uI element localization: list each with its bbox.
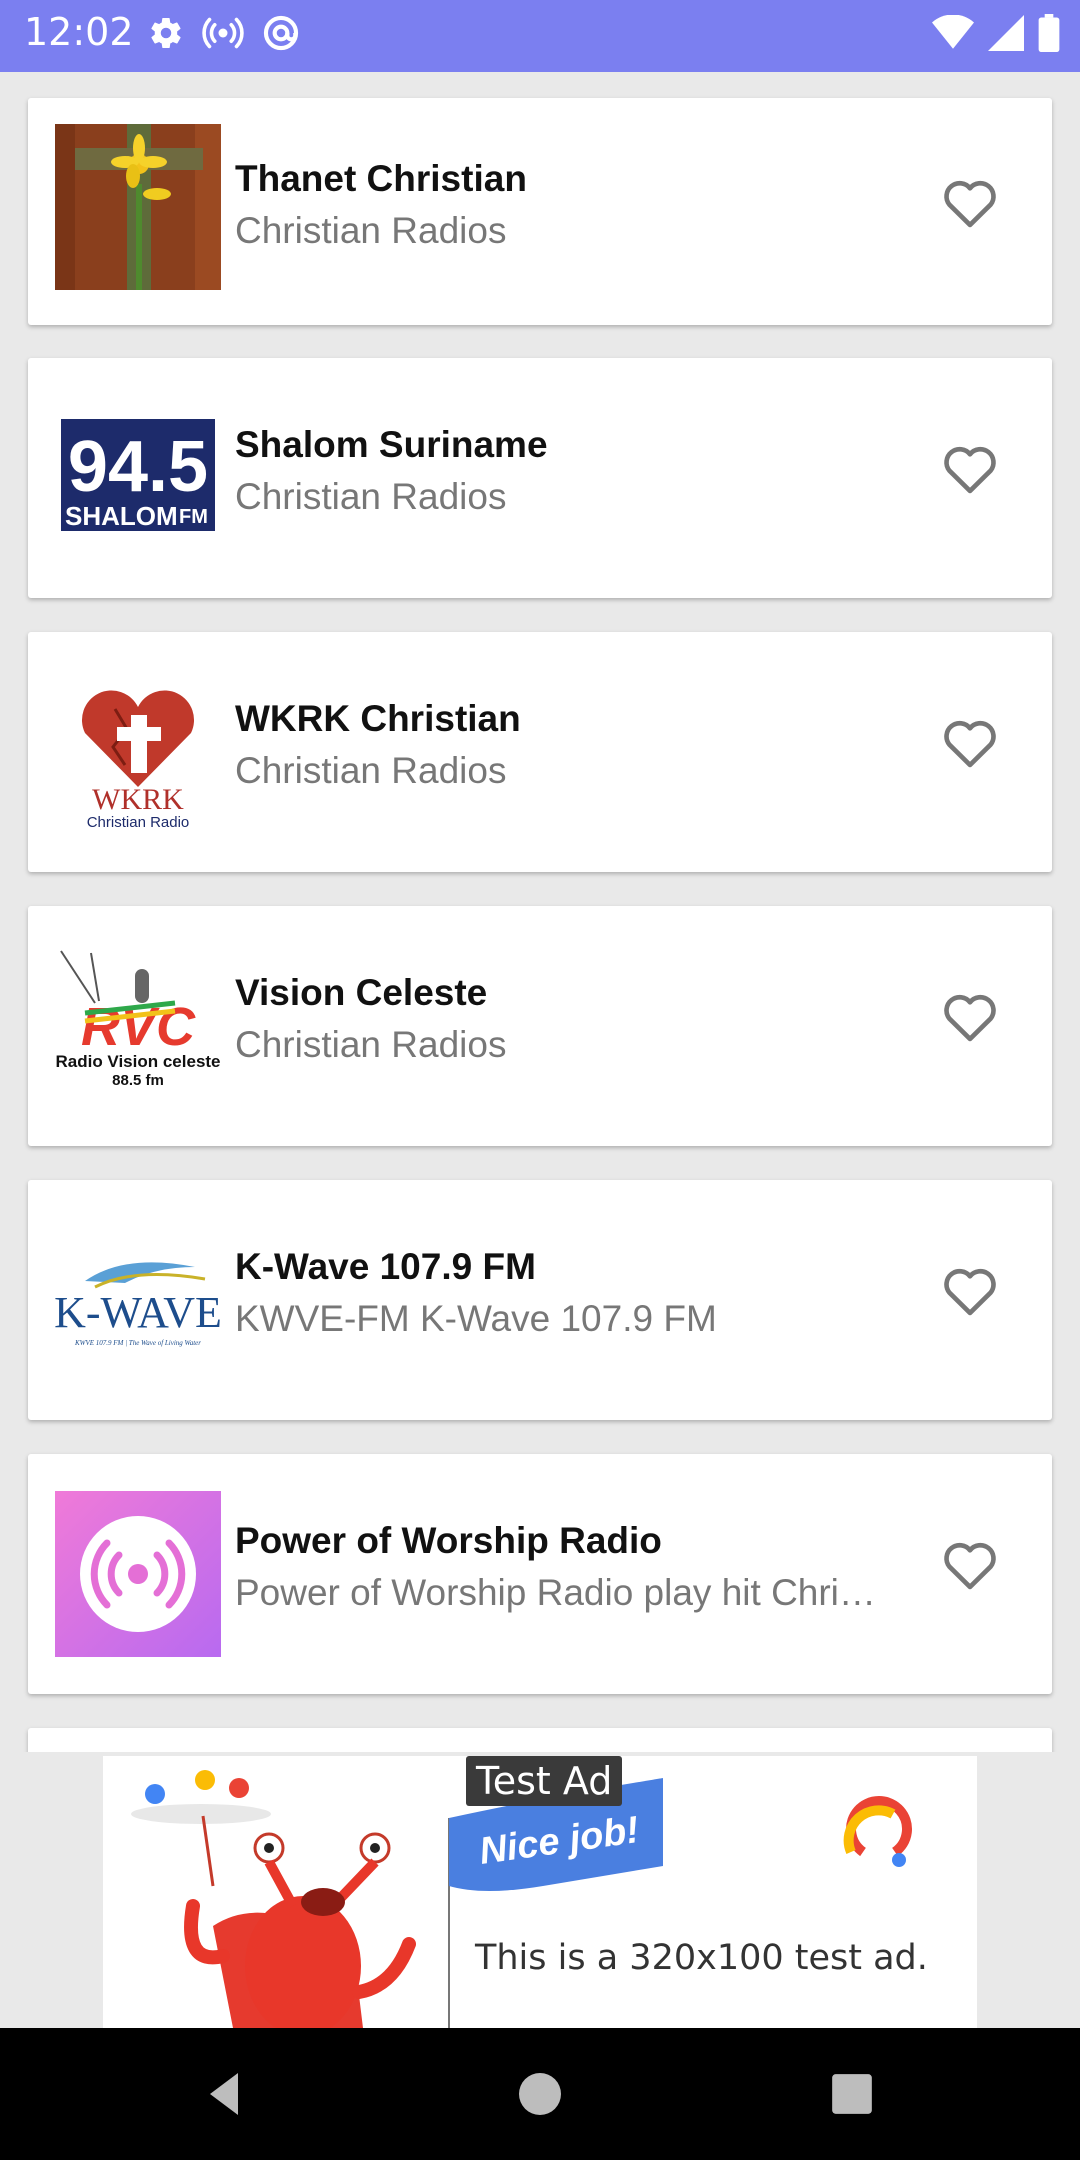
logo-name: Radio Vision celeste [55,1052,220,1071]
station-card[interactable]: WKRK Christian Radio WKRK Christian Chri… [28,632,1052,872]
signal-icon [988,15,1024,51]
station-title: K-Wave 107.9 FM [235,1246,536,1287]
station-subtitle: KWVE-FM K-Wave 107.9 FM [235,1298,717,1339]
recents-icon[interactable] [824,2066,880,2122]
station-logo-shalom-fm: 94.5 SHALOM FM [55,395,221,561]
logo-tagline: Christian Radio [87,814,190,831]
favorite-heart-icon[interactable] [939,1534,1001,1596]
navigation-bar [0,2028,1080,2160]
station-subtitle: Christian Radios [235,210,507,251]
logo-tagline: KWVE 107.9 FM | The Wave of Living Water [74,1339,201,1347]
station-subtitle: Christian Radios [235,750,507,791]
station-title: Power of Worship Radio [235,1520,662,1561]
station-title: WKRK Christian [235,698,521,739]
favorite-heart-icon[interactable] [939,1260,1001,1322]
logo-frequency: 88.5 fm [112,1072,164,1089]
station-card[interactable]: K-WAVE KWVE 107.9 FM | The Wave of Livin… [28,1180,1052,1420]
station-card[interactable]: Thanet Christian Christian Radios [28,98,1052,325]
logo-frequency: 94.5 [68,427,208,507]
ad-description: This is a 320x100 test ad. [475,1938,928,1978]
broadcast-icon [202,15,244,51]
station-card[interactable]: Power of Worship Radio Power of Worship … [28,1454,1052,1694]
ad-label: Test Ad [466,1756,623,1806]
station-logo-podcast [55,1491,221,1657]
favorite-heart-icon[interactable] [939,438,1001,500]
station-subtitle: Christian Radios [235,1024,507,1065]
logo-name: K-WAVE [55,1288,221,1337]
gear-icon [148,15,184,51]
station-logo-kwave: K-WAVE KWVE 107.9 FM | The Wave of Livin… [55,1217,221,1383]
station-logo-rvc: RVC Radio Vision celeste 88.5 fm [55,943,221,1109]
station-list[interactable]: Thanet Christian Christian Radios 94.5 S… [0,72,1080,1752]
station-card[interactable]: 94.5 SHALOM FM Shalom Suriname Christian… [28,358,1052,598]
favorite-heart-icon[interactable] [939,986,1001,1048]
logo-fm: FM [179,506,208,528]
favorite-heart-icon[interactable] [939,172,1001,234]
station-subtitle: Power of Worship Radio play hit Chri… [235,1572,876,1613]
station-title: Shalom Suriname [235,424,548,465]
status-time: 12:02 [24,10,134,54]
home-icon[interactable] [512,2066,568,2122]
logo-name: SHALOM [65,501,178,531]
logo-call-sign: WKRK [92,783,184,816]
station-card[interactable] [28,1728,1052,1752]
at-sign-icon [262,14,300,52]
station-logo-cross-flower [55,124,221,290]
wifi-icon [932,15,974,51]
station-title: Vision Celeste [235,972,488,1013]
favorite-heart-icon[interactable] [939,712,1001,774]
battery-icon [1038,14,1060,52]
back-icon[interactable] [196,2066,252,2122]
station-title: Thanet Christian [235,158,527,199]
status-bar: 12:02 [0,0,1080,72]
station-card[interactable]: RVC Radio Vision celeste 88.5 fm Vision … [28,906,1052,1146]
station-subtitle: Christian Radios [235,476,507,517]
station-logo-wkrk: WKRK Christian Radio [55,669,221,835]
